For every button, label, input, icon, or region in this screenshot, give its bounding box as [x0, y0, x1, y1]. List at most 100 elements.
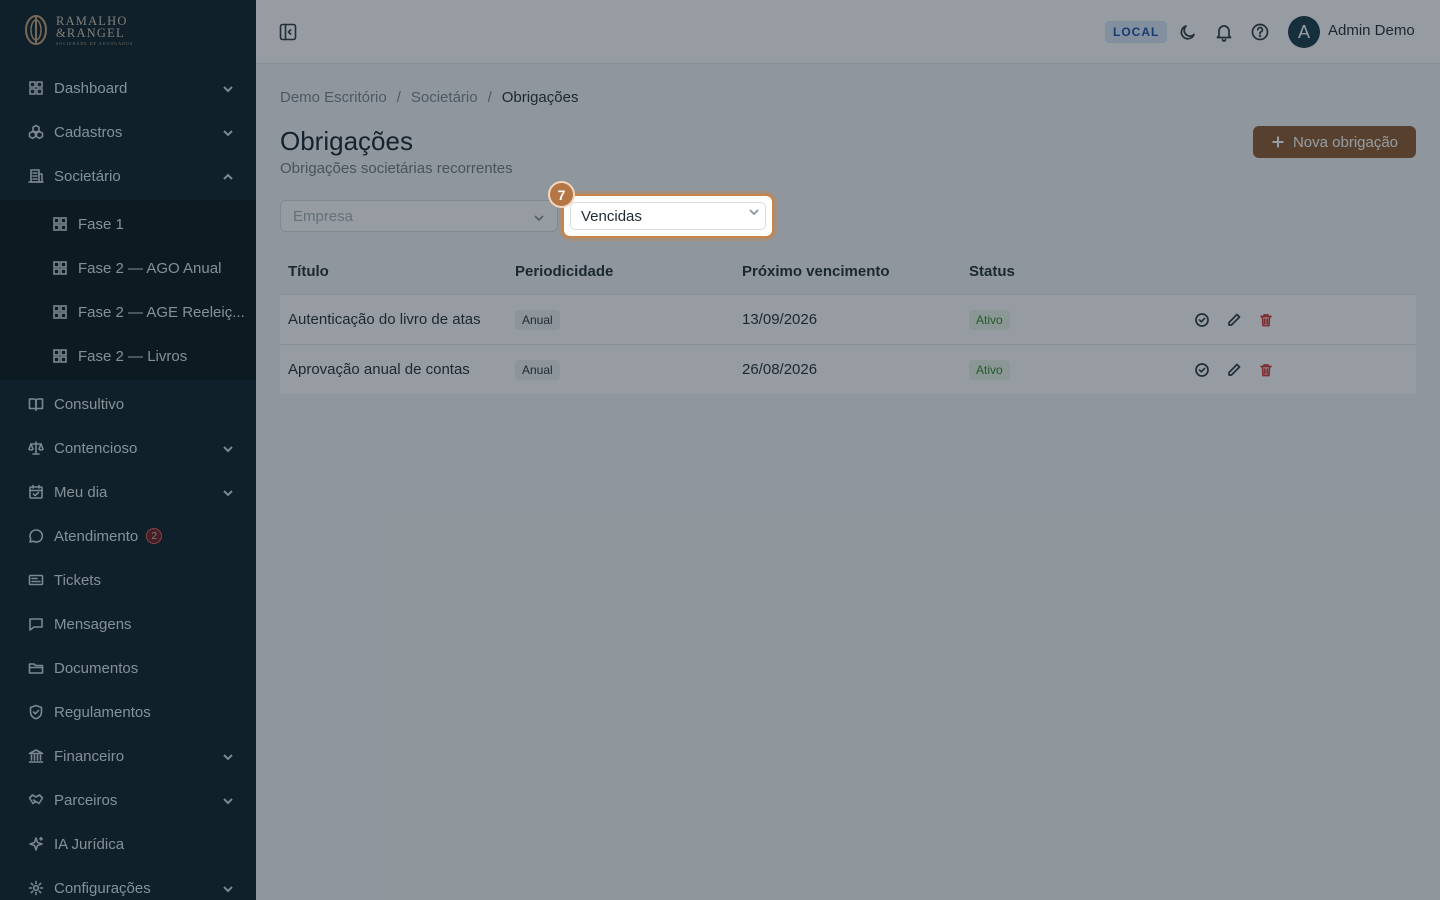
cell-due-date: 26/08/2026: [742, 361, 818, 378]
column-header-periodicity[interactable]: Periodicidade: [507, 263, 734, 280]
sidebar-item-documentos[interactable]: Documentos: [0, 646, 256, 690]
sidebar: RAMALHO &RANGEL SOCIEDADE DE ADVOGADOS D…: [0, 0, 256, 900]
shield-icon: [28, 704, 44, 720]
sidebar-item-meu-dia[interactable]: Meu dia: [0, 470, 256, 514]
sidebar-item-label: IA Jurídica: [54, 835, 125, 853]
sidebar-item-regulamentos[interactable]: Regulamentos: [0, 690, 256, 734]
breadcrumb: Demo Escritório / Societário / Obrigaçõe…: [280, 89, 578, 106]
brand-line3: SOCIEDADE DE ADVOGADOS: [56, 40, 134, 46]
logo-icon: [25, 15, 47, 45]
gear-icon: [28, 880, 44, 896]
sidebar-item-label: Regulamentos: [54, 703, 151, 721]
brand-logo[interactable]: RAMALHO &RANGEL SOCIEDADE DE ADVOGADOS: [0, 0, 256, 60]
grid-icon: [52, 348, 68, 364]
breadcrumb-item[interactable]: Societário: [411, 89, 478, 106]
company-select[interactable]: Empresa: [280, 200, 558, 232]
sidebar-item-societario[interactable]: Societário: [0, 154, 256, 198]
chevron-up-icon: [222, 170, 234, 182]
breadcrumb-current: Obrigações: [501, 89, 579, 106]
bell-icon[interactable]: [1214, 22, 1234, 42]
sidebar-item-cadastros[interactable]: Cadastros: [0, 110, 256, 154]
edit-icon[interactable]: [1226, 362, 1242, 378]
edit-icon[interactable]: [1226, 312, 1242, 328]
cubes-icon: [28, 124, 44, 140]
periodicity-pill: Anual: [515, 359, 560, 380]
sidebar-item-label: Financeiro: [54, 747, 125, 765]
new-obligation-button[interactable]: Nova obrigação: [1253, 126, 1416, 158]
building-icon: [28, 168, 44, 184]
sidebar-item-label: Atendimento: [54, 527, 139, 545]
cell-title: Aprovação anual de contas: [288, 361, 470, 378]
page-subtitle: Obrigações societárias recorrentes: [280, 160, 513, 177]
new-obligation-label: Nova obrigação: [1292, 133, 1399, 151]
sidebar-item-label: Configurações: [54, 879, 151, 897]
bank-icon: [28, 748, 44, 764]
sidebar-subitem-fase2-livros[interactable]: Fase 2 — Livros: [0, 334, 256, 378]
sidebar-item-label: Contencioso: [54, 439, 138, 457]
folder-icon: [28, 660, 44, 676]
message-icon: [28, 616, 44, 632]
chevron-down-icon: [533, 211, 545, 223]
notification-count-badge: 2: [146, 528, 163, 544]
tour-step-badge: 7: [548, 181, 575, 208]
sidebar-subitem-label: Fase 2 — AGO Anual: [78, 259, 222, 277]
sidebar-item-dashboard[interactable]: Dashboard: [0, 66, 256, 110]
sidebar-item-atendimento[interactable]: Atendimento 2: [0, 514, 256, 558]
complete-icon[interactable]: [1194, 362, 1210, 378]
top-header: LOCAL A Admin Demo: [256, 0, 1440, 64]
breadcrumb-item[interactable]: Demo Escritório: [280, 89, 387, 106]
ticket-icon: [28, 572, 44, 588]
sidebar-subitem-label: Fase 2 — Livros: [78, 347, 188, 365]
sidebar-item-label: Mensagens: [54, 615, 132, 633]
help-icon[interactable]: [1250, 22, 1270, 42]
sidebar-item-parceiros[interactable]: Parceiros: [0, 778, 256, 822]
sidebar-item-financeiro[interactable]: Financeiro: [0, 734, 256, 778]
handshake-icon: [28, 792, 44, 808]
grid-icon: [52, 304, 68, 320]
moon-icon[interactable]: [1178, 22, 1198, 42]
avatar[interactable]: A: [1288, 16, 1320, 48]
sidebar-item-ia-juridica[interactable]: IA Jurídica: [0, 822, 256, 866]
chevron-down-icon: [222, 82, 234, 94]
sidebar-toggle-icon[interactable]: [278, 22, 298, 42]
grid-icon: [28, 80, 44, 96]
sidebar-item-consultivo[interactable]: Consultivo: [0, 382, 256, 426]
chevron-down-icon: [222, 750, 234, 762]
sidebar-item-label: Cadastros: [54, 123, 123, 141]
breadcrumb-separator: /: [487, 89, 492, 106]
chevron-down-icon: [222, 442, 234, 454]
sidebar-item-mensagens[interactable]: Mensagens: [0, 602, 256, 646]
chat-icon: [28, 528, 44, 544]
obligations-table: Título Periodicidade Próximo vencimento …: [280, 248, 1416, 394]
cell-due-date: 13/09/2026: [742, 311, 818, 328]
page-title: Obrigações: [280, 126, 413, 156]
sidebar-subitem-fase2-age[interactable]: Fase 2 — AGE Reeleiç...: [0, 290, 256, 334]
table-row[interactable]: Autenticação do livro de atas Anual 13/0…: [280, 294, 1416, 344]
column-header-status[interactable]: Status: [961, 263, 1188, 280]
table-row[interactable]: Aprovação anual de contas Anual 26/08/20…: [280, 344, 1416, 394]
user-name[interactable]: Admin Demo: [1328, 22, 1415, 39]
sidebar-item-label: Meu dia: [54, 483, 108, 501]
complete-icon[interactable]: [1194, 312, 1210, 328]
environment-badge: LOCAL: [1105, 21, 1168, 43]
scale-icon: [28, 440, 44, 456]
status-filter-select[interactable]: Vencidas: [570, 202, 766, 230]
sidebar-item-label: Consultivo: [54, 395, 125, 413]
sidebar-item-configuracoes[interactable]: Configurações: [0, 866, 256, 900]
sidebar-item-contencioso[interactable]: Contencioso: [0, 426, 256, 470]
brand-line2: &RANGEL: [56, 26, 125, 40]
trash-icon[interactable]: [1258, 362, 1274, 378]
sidebar-subitem-fase2-ago[interactable]: Fase 2 — AGO Anual: [0, 246, 256, 290]
trash-icon[interactable]: [1258, 312, 1274, 328]
sidebar-subitem-fase1[interactable]: Fase 1: [0, 202, 256, 246]
book-icon: [28, 396, 44, 412]
sidebar-subitem-label: Fase 2 — AGE Reeleiç...: [78, 303, 245, 321]
sidebar-item-tickets[interactable]: Tickets: [0, 558, 256, 602]
column-header-next-due[interactable]: Próximo vencimento: [734, 263, 961, 280]
chevron-down-icon: [222, 126, 234, 138]
tour-highlight: Vencidas: [562, 194, 774, 238]
chevron-down-icon: [222, 486, 234, 498]
sparkle-icon: [28, 836, 44, 852]
breadcrumb-separator: /: [396, 89, 401, 106]
column-header-title[interactable]: Título: [280, 263, 507, 280]
